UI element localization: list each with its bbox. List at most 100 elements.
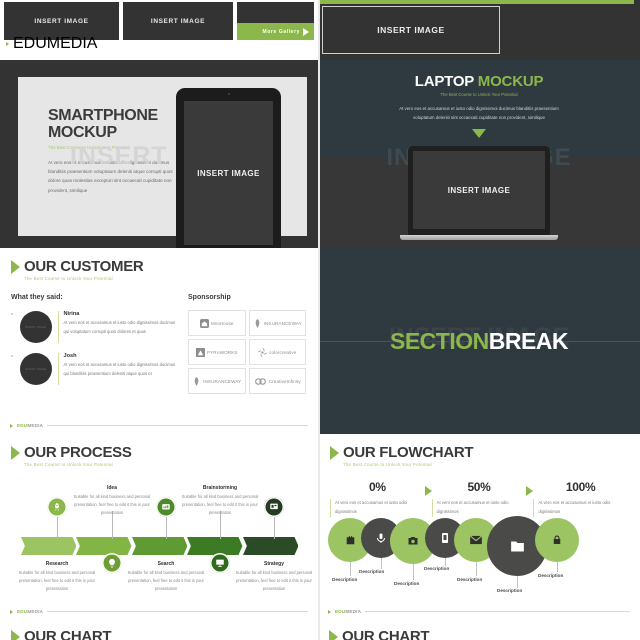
process-step: Strategy Suitable for all kind business … — [232, 561, 316, 594]
presentation-icon — [264, 497, 284, 517]
sponsor-logo: CreativeInfinity — [248, 368, 306, 394]
template-preview-page: INSERT IMAGE INSERT IMAGE More Gallery E… — [0, 0, 640, 640]
process-segment — [76, 537, 132, 555]
customer-title: OUR CUSTOMER — [24, 258, 144, 275]
testimonial-text: At vero eos et accusamus et iusto odio d… — [63, 320, 176, 334]
sponsor-logo: PYRAWORKS — [188, 339, 246, 365]
sponsor-logo: colorcreative — [248, 339, 306, 365]
customer-subtitle: The Best Course to Unlock Your Potential — [24, 276, 113, 281]
process-step-desc: Suitable for all kind business and perso… — [127, 570, 205, 592]
section-break-title-green: SECTION — [389, 327, 489, 354]
flowchart-node-label: Description — [457, 577, 483, 582]
flowchart-percent: 100% — [565, 480, 596, 494]
process-arrow-bar — [21, 537, 299, 555]
slide-our-flowchart[interactable]: OUR FLOWCHART The Best Course to Unlock … — [318, 434, 640, 620]
process-step: Research Suitable for all kind business … — [15, 561, 99, 594]
gallery-thumbnails: INSERT IMAGE INSERT IMAGE More Gallery — [0, 0, 318, 40]
sponsor-logo-grid: MiniHouse INSURANCEWAY PYRAWORKS colorcr… — [188, 310, 306, 394]
insert-image-label: INSERT IMAGE — [377, 25, 445, 35]
flowchart-milestone: 50% At vero eos et accusamus et iusto od… — [431, 480, 527, 517]
customer-title-row: OUR CUSTOMER — [11, 259, 306, 274]
chevron-right-icon — [424, 486, 432, 496]
chevron-right-icon — [328, 609, 331, 614]
section-break-title: SECTIONBREAK — [389, 327, 569, 355]
flowchart-milestones: 0% At vero eos et accusamus et iusto odi… — [330, 480, 628, 517]
process-subtitle: The Best Course to Unlock Your Potential — [24, 462, 113, 467]
chart-right-title: OUR CHART — [342, 628, 430, 640]
laptop-base — [400, 235, 558, 240]
process-step-name: Research — [45, 561, 69, 567]
brand-logo: EDUMEDIA — [335, 609, 362, 614]
sponsorship-heading: Sponsorship — [188, 294, 231, 301]
slide-section-break[interactable]: INSERT IMAGE SECTIONBREAK — [318, 248, 640, 434]
connector-stem — [166, 517, 167, 539]
avatar: INSERT IMAGE — [19, 353, 52, 385]
lock-icon — [535, 518, 579, 562]
testimonial-item: “ INSERT IMAGE Josh At vero eos et accus… — [11, 353, 176, 385]
avatar-label: INSERT IMAGE — [25, 325, 46, 329]
flowchart-node-label: Description — [394, 581, 420, 586]
flowchart-node-label: Description — [332, 577, 358, 582]
flowchart-node-label: Description — [538, 573, 564, 578]
process-step: Idea Suitable for all kind business and … — [70, 485, 154, 518]
flowchart-node-label: Description — [497, 588, 523, 593]
connector-stem — [476, 562, 477, 576]
connector-stem — [557, 562, 558, 572]
connector-stem — [445, 558, 446, 566]
laptop-lid: INSERT IMAGE — [408, 146, 550, 235]
process-segment — [187, 537, 243, 555]
slide-our-customer[interactable]: OUR CUSTOMER The Best Course to Unlock Y… — [0, 248, 318, 434]
flowchart-node-label: Description — [424, 566, 450, 571]
brand-logo: EDUMEDIA — [17, 423, 44, 428]
slide-our-chart-left[interactable]: OUR CHART The Best Course to Unlock Your… — [0, 620, 318, 640]
process-segment — [21, 537, 77, 555]
brand-logo: EDUMEDIA — [13, 35, 98, 52]
phone-screen[interactable]: INSERT IMAGE — [184, 101, 273, 245]
chevron-down-icon — [472, 128, 486, 138]
laptop-screen[interactable]: INSERT IMAGE — [413, 151, 545, 229]
footer-rule — [47, 425, 308, 426]
chart-left-title: OUR CHART — [24, 628, 112, 640]
slide-grid: INSERT IMAGE INSERT IMAGE More Gallery E… — [0, 0, 640, 640]
slide-smartphone-mockup[interactable]: SMARTPHONE MOCKUP The Best Course to Unl… — [0, 60, 318, 248]
process-step-desc: Suitable for all kind business and perso… — [18, 570, 96, 592]
chevron-right-icon — [6, 42, 9, 46]
chevron-right-icon — [11, 629, 20, 640]
testimonials-column: What they said: “ INSERT IMAGE Nirina At… — [11, 294, 176, 394]
flowchart-percent: 50% — [467, 480, 491, 494]
chevron-right-icon — [11, 445, 20, 460]
flowchart-nodes: Description Description Description Desc… — [328, 516, 630, 593]
slide-laptop-mockup[interactable]: LAPTOP MOCKUP The Best Course to Unlock … — [318, 60, 640, 248]
laptop-subtitle: The Best Course to Unlock Your Potential — [440, 92, 518, 97]
flowchart-percent: 0% — [368, 480, 386, 494]
flowchart-note: At vero eos et accusamus et iusto odio d… — [431, 499, 527, 517]
connector-stem — [517, 576, 518, 588]
slide-our-chart-right[interactable]: OUR CHART The Best Course to Unlock Your… — [318, 620, 640, 640]
quote-icon: “ — [11, 313, 14, 319]
process-title: OUR PROCESS — [24, 444, 132, 461]
phone-mockup: INSERT IMAGE — [176, 88, 281, 248]
pinwheel-icon — [258, 347, 268, 357]
process-step-name: Brainstorming — [202, 485, 238, 491]
chevron-right-icon — [329, 629, 338, 640]
sponsorship-column: Sponsorship MiniHouse INSURANCEWAY PYRAW… — [188, 294, 306, 394]
slide-our-process[interactable]: OUR PROCESS The Best Course to Unlock Yo… — [0, 434, 318, 620]
process-segment — [131, 537, 188, 555]
insert-image-frame[interactable]: INSERT IMAGE — [322, 6, 500, 54]
process-diagram: Research Suitable for all kind business … — [11, 485, 313, 609]
insert-image-cell: INSERT IMAGE — [318, 0, 640, 60]
more-gallery-label: More Gallery — [262, 28, 300, 35]
brand-logo: EDUMEDIA — [17, 609, 44, 614]
chevron-right-icon — [10, 423, 13, 428]
chevron-right-icon — [10, 609, 13, 614]
chart-right-title-row: OUR CHART — [329, 629, 628, 640]
connector-stem — [57, 517, 58, 539]
smartphone-title: SMARTPHONE MOCKUP — [48, 107, 158, 142]
flowchart-title-row: OUR FLOWCHART — [330, 445, 628, 460]
flowchart-note: At vero eos et accusamus et iusto odio d… — [330, 499, 425, 517]
laptop-body-text: At vero eos et accusamus et iusto odio d… — [399, 106, 559, 121]
process-step-desc: Suitable for all kind business and perso… — [73, 494, 151, 516]
monitor-icon — [210, 553, 230, 573]
gallery-footer: EDUMEDIA — [6, 35, 310, 53]
laptop-title-green: MOCKUP — [477, 73, 544, 90]
